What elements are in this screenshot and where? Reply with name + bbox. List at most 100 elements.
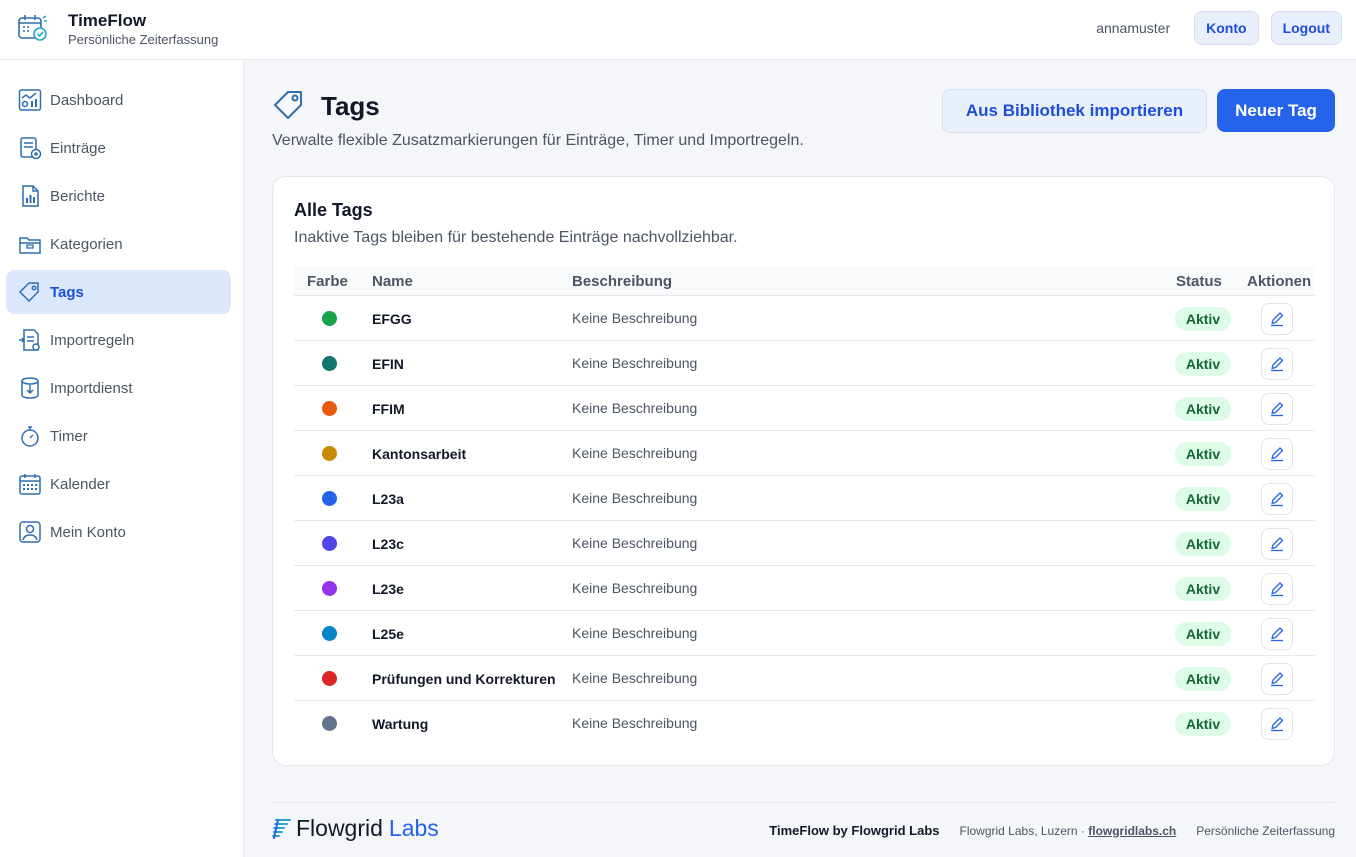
- table-row: EFIN Keine Beschreibung Aktiv: [294, 341, 1315, 386]
- sidebar-item-calendar[interactable]: Kalender: [6, 462, 231, 506]
- status-badge: Aktiv: [1175, 307, 1231, 331]
- sidebar-item-dashboard[interactable]: Dashboard: [6, 78, 231, 122]
- app-title: TimeFlow: [68, 11, 147, 30]
- page-subtitle: Verwalte flexible Zusatzmarkierungen für…: [272, 132, 804, 149]
- tag-description: Keine Beschreibung: [572, 445, 698, 461]
- tag-color-dot: [322, 581, 337, 596]
- stopwatch-icon: [21, 426, 39, 447]
- tag-description: Keine Beschreibung: [572, 670, 698, 686]
- pencil-icon: [1271, 402, 1284, 417]
- column-header-color: Farbe: [307, 273, 348, 290]
- tag-icon: [274, 91, 302, 119]
- tag-description: Keine Beschreibung: [572, 625, 698, 641]
- tag-description: Keine Beschreibung: [572, 535, 698, 551]
- edit-tag-button[interactable]: [1261, 303, 1293, 335]
- footer-website-link[interactable]: flowgridlabs.ch: [1088, 824, 1176, 838]
- column-header-description: Beschreibung: [572, 273, 673, 290]
- sidebar-item-import-service[interactable]: Importdienst: [6, 366, 231, 410]
- table-body: EFGG Keine Beschreibung Aktiv EFIN Keine Bes…: [294, 296, 1315, 746]
- sidebar-item-label: Kategorien: [50, 235, 123, 253]
- new-tag-button[interactable]: Neuer Tag: [1217, 89, 1335, 132]
- tag-description: Keine Beschreibung: [572, 400, 698, 416]
- sidebar-item-label: Kalender: [50, 475, 111, 493]
- tag-name: Wartung: [372, 716, 429, 732]
- tag-description: Keine Beschreibung: [572, 355, 698, 371]
- tag-name: EFIN: [372, 356, 404, 372]
- tag-name: L25e: [372, 626, 404, 642]
- footer-divider: [272, 802, 1335, 803]
- dashboard-icon: [18, 89, 42, 111]
- pencil-icon: [1271, 357, 1284, 372]
- footer-location: Flowgrid Labs, Luzern ·: [959, 823, 1085, 838]
- status-badge: Aktiv: [1175, 577, 1231, 601]
- edit-tag-button[interactable]: [1261, 663, 1293, 695]
- tag-name: L23c: [372, 536, 404, 552]
- footer-logo: Flowgrid Labs: [272, 815, 439, 842]
- table-row: FFIM Keine Beschreibung Aktiv: [294, 386, 1315, 431]
- flowgrid-logo-icon: [272, 818, 291, 839]
- tag-color-dot: [322, 401, 337, 416]
- sidebar-item-label: Einträge: [50, 139, 106, 157]
- import-service-icon: [21, 377, 39, 399]
- sidebar-item-my-account[interactable]: Mein Konto: [6, 510, 231, 554]
- tag-name: FFIM: [372, 401, 405, 417]
- edit-tag-button[interactable]: [1261, 528, 1293, 560]
- tag-icon: [18, 282, 39, 303]
- sidebar-item-reports[interactable]: Berichte: [6, 174, 231, 218]
- pencil-icon: [1271, 312, 1284, 327]
- calendar-check-icon: [18, 15, 47, 41]
- sidebar: Dashboard Einträge Berichte Kategorien T…: [0, 60, 244, 857]
- tag-color-dot: [322, 536, 337, 551]
- tag-name: Kantonsarbeit: [372, 446, 467, 462]
- pencil-icon: [1271, 447, 1284, 462]
- status-badge: Aktiv: [1175, 397, 1231, 421]
- tag-color-dot: [322, 356, 337, 371]
- logout-button[interactable]: Logout: [1270, 11, 1342, 45]
- sidebar-item-timer[interactable]: Timer: [6, 414, 231, 458]
- status-badge: Aktiv: [1175, 532, 1231, 556]
- brand: TimeFlow Persönliche Zeiterfassung: [17, 12, 218, 49]
- sidebar-item-import-rules[interactable]: Importregeln: [6, 318, 231, 362]
- tag-color-dot: [322, 716, 337, 731]
- table-row: Prüfungen und Korrekturen Keine Beschreib…: [294, 656, 1315, 701]
- edit-tag-button[interactable]: [1261, 618, 1293, 650]
- edit-tag-button[interactable]: [1261, 438, 1293, 470]
- footer-logo-word: Flowgrid: [296, 815, 383, 841]
- tags-card: Alle Tags Inaktive Tags bleiben für best…: [272, 176, 1335, 766]
- column-header-actions: Aktionen: [1247, 273, 1312, 290]
- username: annamuster: [1096, 20, 1171, 36]
- tag-description: Keine Beschreibung: [572, 490, 698, 506]
- edit-tag-button[interactable]: [1261, 708, 1293, 740]
- tag-name: Prüfungen und Korrekturen: [372, 671, 556, 687]
- sidebar-item-tags[interactable]: Tags: [6, 270, 231, 314]
- calendar-icon: [19, 474, 41, 495]
- tag-color-dot: [322, 671, 337, 686]
- footer-product: TimeFlow by Flowgrid Labs: [769, 823, 940, 838]
- status-badge: Aktiv: [1175, 622, 1231, 646]
- pencil-icon: [1271, 582, 1284, 597]
- edit-tag-button[interactable]: [1261, 348, 1293, 380]
- sidebar-item-categories[interactable]: Kategorien: [6, 222, 231, 266]
- sidebar-item-label: Mein Konto: [50, 523, 126, 541]
- pencil-icon: [1271, 627, 1284, 642]
- sidebar-item-label: Tags: [50, 283, 84, 301]
- status-badge: Aktiv: [1175, 442, 1231, 466]
- table-row: L23e Keine Beschreibung Aktiv: [294, 566, 1315, 611]
- edit-tag-button[interactable]: [1261, 483, 1293, 515]
- page-title: Tags: [321, 91, 380, 121]
- sidebar-item-label: Berichte: [50, 187, 106, 205]
- folder-icon: [19, 237, 41, 254]
- user-menu: annamuster Konto Logout: [1096, 11, 1342, 45]
- sidebar-item-entries[interactable]: Einträge: [6, 126, 231, 170]
- sidebar-item-label: Timer: [50, 427, 88, 445]
- status-badge: Aktiv: [1175, 487, 1231, 511]
- table-header: Farbe Name Beschreibung Status Aktionen: [294, 266, 1315, 296]
- app-subtitle: Persönliche Zeiterfassung: [68, 32, 219, 47]
- account-button[interactable]: Konto: [1194, 11, 1259, 45]
- card-subtitle: Inaktive Tags bleiben für bestehende Ein…: [294, 229, 738, 246]
- edit-tag-button[interactable]: [1261, 573, 1293, 605]
- status-badge: Aktiv: [1175, 352, 1231, 376]
- import-from-library-button[interactable]: Aus Bibliothek importieren: [942, 89, 1207, 133]
- tag-color-dot: [322, 311, 337, 326]
- edit-tag-button[interactable]: [1261, 393, 1293, 425]
